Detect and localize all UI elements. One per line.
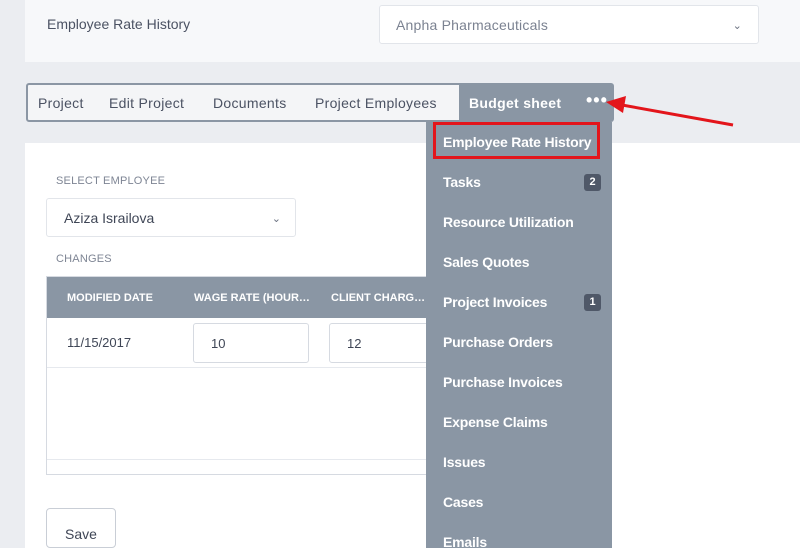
employee-select-value: Aziza Israilova [64,210,155,226]
select-employee-label: SELECT EMPLOYEE [56,175,166,187]
changes-table: MODIFIED DATE WAGE RATE (HOURLY) CLIENT … [46,276,467,475]
tasks-count-badge: 2 [584,174,601,191]
menu-item-cases[interactable]: Cases [443,494,483,510]
project-tabbar: Project Edit Project Documents Project E… [26,83,614,122]
menu-item-purchase-orders[interactable]: Purchase Orders [443,334,553,350]
menu-item-project-invoices[interactable]: Project Invoices [443,294,547,310]
chevron-down-icon: ⌄ [732,20,742,32]
tab-project[interactable]: Project [38,95,84,111]
tab-documents[interactable]: Documents [213,95,287,111]
more-menu-dropdown: Employee Rate History Tasks 2 Resource U… [426,122,612,548]
table-footer-divider [47,459,467,460]
menu-item-sales-quotes[interactable]: Sales Quotes [443,254,530,270]
project-invoices-count-badge: 1 [584,294,601,311]
annotation-arrow [606,96,734,127]
company-select[interactable]: Anpha Pharmaceuticals ⌄ [379,5,759,44]
rate-history-card: SELECT EMPLOYEE Aziza Israilova ⌄ CHANGE… [25,143,800,548]
menu-item-tasks[interactable]: Tasks [443,174,481,190]
menu-item-issues[interactable]: Issues [443,454,486,470]
wage-rate-input[interactable]: 10 [193,323,309,363]
page-title: Employee Rate History [47,16,191,32]
column-header-modified-date: MODIFIED DATE [67,292,153,304]
tab-project-employees[interactable]: Project Employees [315,95,437,111]
menu-item-expense-claims[interactable]: Expense Claims [443,414,548,430]
chevron-down-icon: ⌄ [271,213,281,225]
tab-budget-sheet[interactable]: Budget sheet ••• [459,83,614,122]
employee-select[interactable]: Aziza Israilova ⌄ [46,198,296,237]
menu-item-resource-utilization[interactable]: Resource Utilization [443,214,574,230]
save-button[interactable]: Save [46,508,116,548]
tab-budget-sheet-label: Budget sheet [469,95,562,111]
column-header-wage-rate: WAGE RATE (HOURLY) [194,292,312,304]
menu-item-purchase-invoices[interactable]: Purchase Invoices [443,374,563,390]
top-panel: Employee Rate History Anpha Pharmaceutic… [25,0,800,62]
menu-item-emails[interactable]: Emails [443,534,487,548]
tab-edit-project[interactable]: Edit Project [109,95,184,111]
changes-label: CHANGES [56,253,112,265]
client-charge-input[interactable]: 12 [329,323,439,363]
company-select-value: Anpha Pharmaceuticals [396,17,549,33]
table-header: MODIFIED DATE WAGE RATE (HOURLY) CLIENT … [47,277,467,318]
table-row: 11/15/2017 10 12 [47,318,467,368]
menu-item-employee-rate-history[interactable]: Employee Rate History [443,134,591,150]
modified-date-cell: 11/15/2017 [67,335,132,350]
column-header-client-charge: CLIENT CHARGE RATE [331,292,431,304]
